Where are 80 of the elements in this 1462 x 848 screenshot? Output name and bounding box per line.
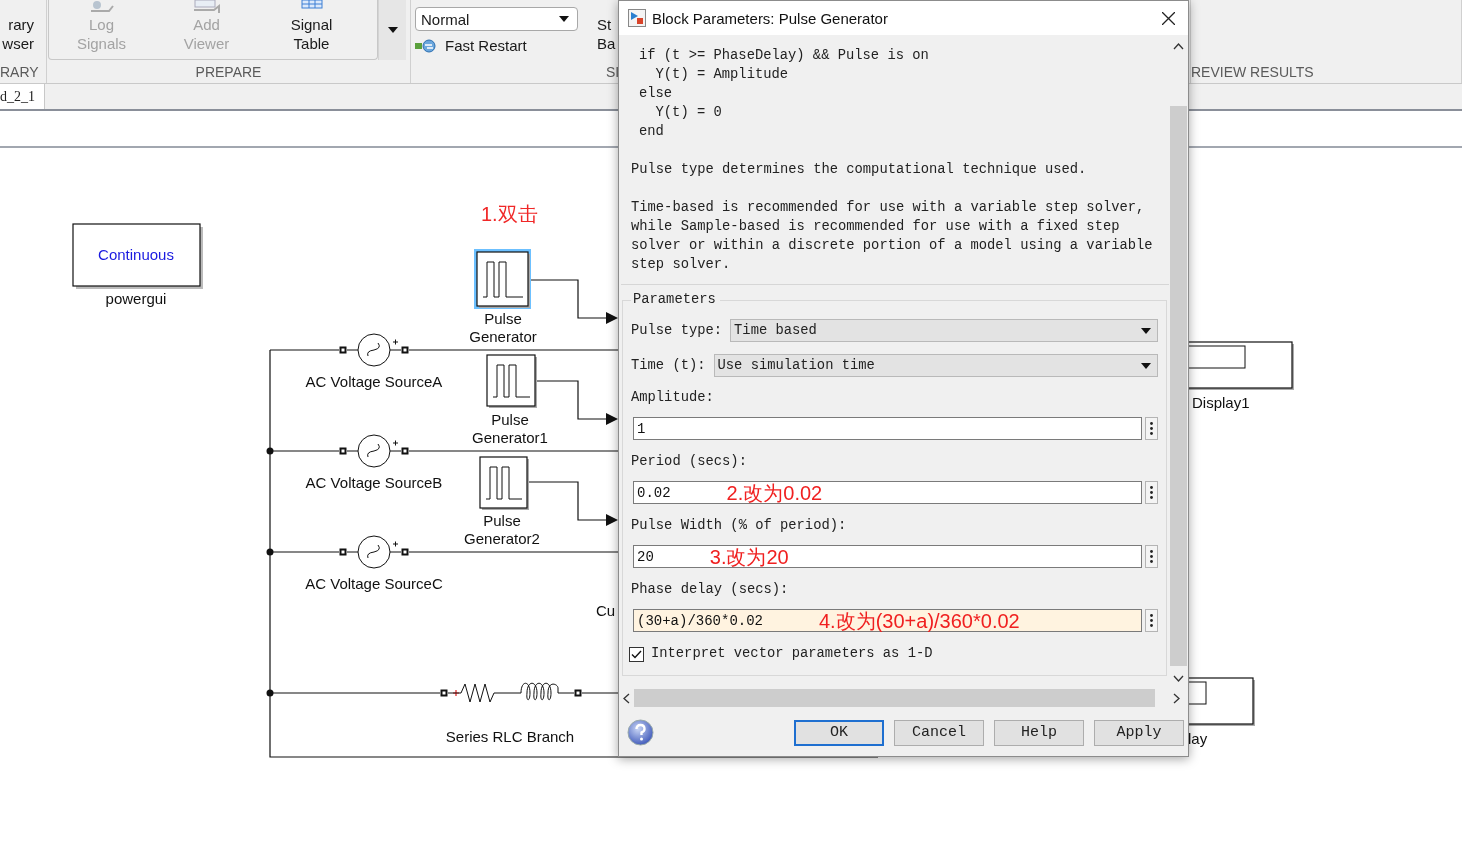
field-label: Time (t):: [631, 356, 706, 375]
more-icon: [1150, 422, 1153, 435]
ac-voltage-source-symbol: [339, 535, 409, 569]
annotation-text: 1.双击: [481, 203, 538, 225]
dialog-button[interactable]: Cancel: [894, 719, 984, 746]
field-label: Amplitude:: [631, 389, 715, 407]
block-label: lay: [1188, 730, 1208, 747]
more-button[interactable]: [1145, 481, 1158, 504]
field-label: Phase delay (secs):: [631, 581, 790, 599]
dialog-button[interactable]: Apply: [1094, 719, 1184, 746]
signal-icon: [88, 0, 115, 13]
block-label: Pulse: [491, 411, 529, 428]
section-label: RARY: [0, 63, 39, 82]
ac-voltage-source-symbol: [339, 333, 409, 367]
code-snippet: if (t >= PhaseDelay) && Pulse is on Y(t) = Amplitude else Y(t) = 0 end: [639, 47, 930, 141]
dropdown[interactable]: Time based: [730, 319, 1158, 342]
block-label: Display1: [1192, 394, 1250, 411]
annotation-text: 3.改为20: [709, 545, 789, 568]
checkbox-label: Interpret vector parameters as 1-D: [651, 645, 933, 663]
junction-dot: [266, 447, 274, 455]
block-label: AC Voltage SourceC: [305, 575, 443, 592]
scroll-up-icon: [1173, 43, 1184, 50]
more-button[interactable]: [1145, 417, 1158, 440]
annotation-text: 2.改为0.02: [726, 481, 823, 504]
section-label: PREPARE: [195, 63, 262, 82]
block-label: AC Voltage SourceA: [305, 373, 443, 390]
block-label: Pulse: [484, 310, 522, 327]
vertical-scrollbar[interactable]: [1169, 35, 1188, 687]
block-label: Cu: [596, 602, 616, 619]
block-text: Continuous: [98, 246, 174, 263]
more-button[interactable]: [1145, 545, 1158, 568]
more-icon: [1150, 614, 1153, 627]
help-icon[interactable]: [627, 719, 654, 746]
field-label: Pulse Width (% of period):: [631, 517, 848, 535]
dialog-button[interactable]: Help: [994, 719, 1084, 746]
caret-icon: [559, 16, 569, 22]
block-label: Generator2: [464, 530, 540, 547]
block-label: Generator1: [472, 429, 548, 446]
pulse-generator-block[interactable]: [479, 456, 529, 510]
annotation-text: 4.改为(30+a)/360*0.02: [819, 609, 1020, 632]
dialog-title: Block Parameters: Pulse Generator: [652, 9, 889, 27]
description-text: Pulse type determines the computational technique used.: [631, 161, 1088, 179]
junction-dot: [266, 548, 274, 556]
pulse-generator-block[interactable]: [486, 354, 537, 408]
pulse-generator-block[interactable]: [474, 249, 531, 309]
fast-restart-button[interactable]: Fast Restart: [415, 37, 597, 54]
block-icon: [628, 9, 646, 27]
scroll-down-icon: [1173, 675, 1184, 682]
model-tab[interactable]: d_2_1: [0, 84, 45, 109]
checkbox[interactable]: [629, 646, 644, 662]
input-field[interactable]: 1: [633, 417, 1142, 440]
field-label: Period (secs):: [631, 453, 748, 471]
description-text: Time-based is recommended for use with a variable step solver, while Sample-based is recommended for use with a fixed step solver or within a discrete portion of a model using a variable step solver.: [631, 199, 1154, 274]
more-icon: [1150, 550, 1153, 563]
block-label: AC Voltage SourceB: [305, 474, 443, 491]
caret-icon: [1141, 362, 1151, 369]
field-label: Pulse type:: [631, 321, 723, 340]
toolbar-button[interactable]: Signal Table: [259, 0, 364, 59]
junction-dot: [266, 689, 274, 697]
scroll-right-icon: [1173, 692, 1180, 704]
block-label: powergui: [105, 290, 167, 307]
scroll-left-icon: [623, 692, 630, 704]
section-label: REVIEW RESULTS: [1191, 63, 1314, 82]
restart-icon: [415, 38, 437, 53]
block-label: Pulse: [483, 512, 521, 529]
more-button[interactable]: [1145, 609, 1158, 632]
section-label: SI: [606, 63, 620, 82]
more-icon: [1150, 486, 1153, 499]
block-label: Generator: [469, 328, 537, 345]
close-icon: [1161, 11, 1175, 25]
dialog-button[interactable]: OK: [794, 719, 884, 746]
group-label: Parameters: [632, 291, 717, 309]
ac-voltage-source-symbol: [339, 434, 409, 468]
simulation-mode-dropdown[interactable]: Normal: [415, 7, 578, 31]
caret-icon: [387, 27, 398, 33]
toolbar-button[interactable]: rary wser: [0, 0, 34, 61]
block-label: Series RLC Branch: [445, 728, 575, 745]
toolbar-button[interactable]: St Ba: [597, 0, 619, 61]
caret-icon: [1141, 327, 1151, 334]
dropdown[interactable]: Use simulation time: [713, 354, 1158, 377]
